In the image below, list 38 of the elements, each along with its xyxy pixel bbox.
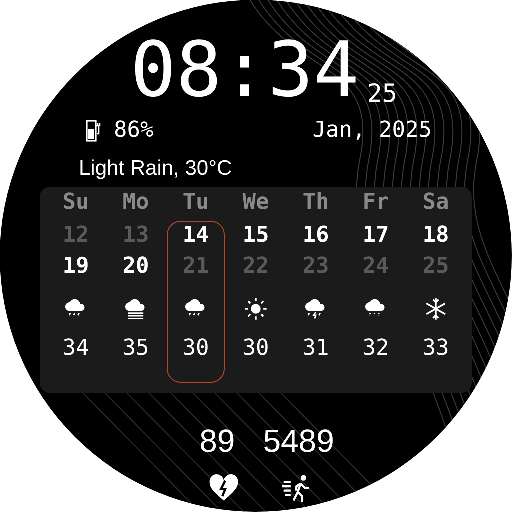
calendar-date: 15 [242, 222, 270, 250]
calendar-date: 22 [242, 252, 270, 280]
clock-seconds: 25 [367, 81, 398, 106]
snowflake-icon [423, 296, 449, 322]
weather-condition: Light Rain, 30°C [79, 157, 232, 180]
temperature: 31 [302, 334, 330, 362]
calendar-date: 20 [122, 252, 150, 280]
date-text: Jan, 2025 [312, 117, 432, 145]
weekday-label: We [242, 188, 270, 216]
temperature: 30 [182, 334, 210, 362]
charging-battery-icon [86, 120, 102, 142]
battery-percentage: 86% [114, 117, 154, 145]
temperature: 32 [362, 334, 390, 362]
temperature: 34 [62, 334, 90, 362]
sun-icon [243, 296, 269, 322]
step-count: 5489 [263, 422, 334, 460]
calendar-date: 16 [302, 222, 330, 250]
calendar-date: 19 [62, 252, 90, 280]
heart-rate-value: 89 [200, 422, 236, 460]
calendar-date: 18 [422, 222, 450, 250]
calendar-date: 12 [62, 222, 90, 250]
temperature: 35 [122, 334, 150, 362]
weekday-label: Fr [362, 188, 390, 216]
calendar-date: 13 [122, 222, 150, 250]
calendar-date: 21 [182, 252, 210, 280]
clock-time: 08:34 [130, 32, 360, 108]
temperature: 30 [242, 334, 270, 362]
calendar-date: 14 [182, 222, 210, 250]
weekday-label: Th [302, 188, 330, 216]
weekday-label: Mo [122, 188, 150, 216]
weekday-label: Sa [422, 188, 450, 216]
calendar-date: 17 [362, 222, 390, 250]
weekday-label: Su [62, 188, 90, 216]
calendar-date: 24 [362, 252, 390, 280]
calendar-date: 25 [422, 252, 450, 280]
weekday-label: Tu [182, 188, 210, 216]
temperature: 33 [422, 334, 450, 362]
calendar-date: 23 [302, 252, 330, 280]
